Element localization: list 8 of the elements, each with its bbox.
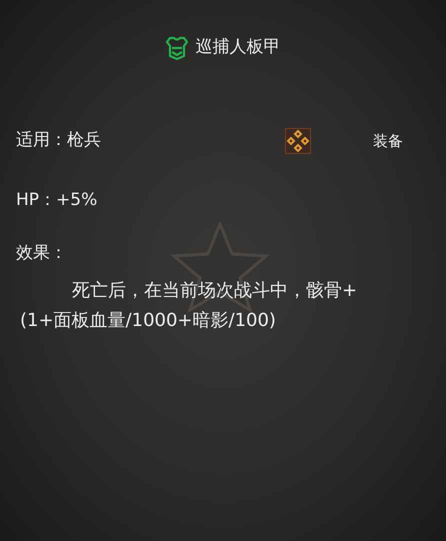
gem-slot-icon xyxy=(285,128,311,154)
armor-icon xyxy=(166,36,188,60)
item-title: 巡捕人板甲 xyxy=(196,36,280,60)
effect-label: 效果： xyxy=(15,242,67,264)
equip-button[interactable]: 装备 xyxy=(373,130,403,152)
effect-description: 死亡后，在当前场次战斗中，骸骨+(1+面板血量/1000+暗影/100) xyxy=(20,279,358,333)
hp-bonus-text: HP：+5% xyxy=(15,189,98,212)
applicable-unit-text: 适用：枪兵 xyxy=(16,129,102,152)
